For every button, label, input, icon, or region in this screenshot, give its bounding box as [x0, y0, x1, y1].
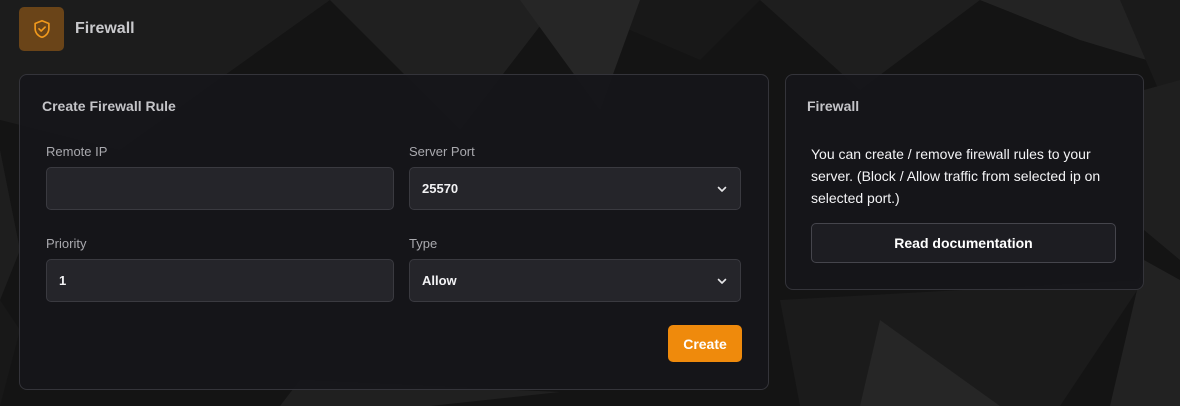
page-title: Firewall — [75, 20, 135, 37]
create-rule-card: Create Firewall Rule Remote IP Server Po… — [19, 74, 769, 390]
priority-input[interactable] — [46, 259, 394, 302]
shield-check-icon — [19, 7, 64, 51]
type-select[interactable]: Allow — [409, 259, 741, 302]
type-label: Type — [409, 236, 438, 251]
page-header: Firewall — [19, 7, 135, 51]
chevron-down-icon — [717, 186, 727, 192]
server-port-select[interactable]: 25570 — [409, 167, 741, 210]
create-rule-title: Create Firewall Rule — [42, 98, 176, 114]
info-title: Firewall — [807, 98, 860, 114]
type-value: Allow — [422, 273, 457, 288]
create-button[interactable]: Create — [668, 325, 742, 362]
firewall-info-card: Firewall You can create / remove firewal… — [785, 74, 1144, 290]
remote-ip-input[interactable] — [46, 167, 394, 210]
priority-label: Priority — [46, 236, 87, 251]
server-port-label: Server Port — [409, 144, 475, 159]
chevron-down-icon — [717, 278, 727, 284]
server-port-value: 25570 — [422, 181, 459, 196]
read-documentation-button[interactable]: Read documentation — [811, 223, 1116, 263]
remote-ip-label: Remote IP — [46, 144, 108, 159]
info-description: You can create / remove firewall rules t… — [811, 146, 1101, 206]
